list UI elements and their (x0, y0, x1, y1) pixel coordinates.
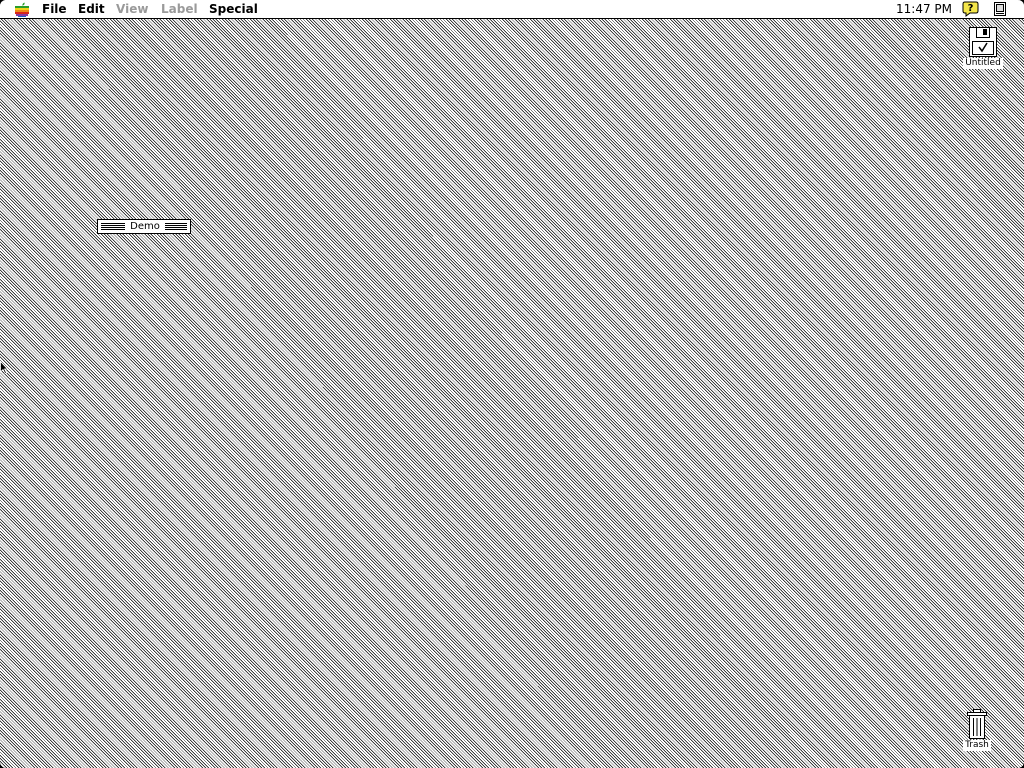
desktop[interactable]: File Edit View Label Special 11:47 PM ? … (0, 0, 1024, 768)
title-bar-stripes-right[interactable] (165, 223, 187, 230)
floppy-disk-icon (969, 27, 997, 57)
menu-bar: File Edit View Label Special 11:47 PM ? (0, 0, 1024, 19)
title-bar-stripes-left[interactable] (101, 223, 125, 230)
menu-clock[interactable]: 11:47 PM (896, 2, 952, 17)
disk-label: Untitled (963, 58, 1003, 69)
trash-label: Trash (963, 740, 991, 751)
window-demo-collapsed[interactable]: Demo (97, 219, 191, 234)
disk-icon-untitled[interactable]: Untitled (962, 26, 1004, 69)
help-icon[interactable]: ? (962, 1, 979, 17)
menu-label[interactable]: Label (159, 2, 200, 17)
finder-app-icon[interactable] (993, 1, 1007, 17)
apple-icon[interactable] (14, 2, 30, 17)
menu-edit[interactable]: Edit (76, 2, 107, 17)
menu-special[interactable]: Special (207, 2, 260, 17)
trash-can-icon (967, 709, 987, 739)
window-title[interactable]: Demo (125, 220, 165, 233)
trash-icon[interactable]: Trash (958, 708, 996, 751)
menu-file[interactable]: File (40, 2, 69, 17)
mouse-pointer-icon (0, 361, 8, 374)
menu-view[interactable]: View (114, 2, 150, 17)
svg-text:?: ? (968, 3, 974, 14)
